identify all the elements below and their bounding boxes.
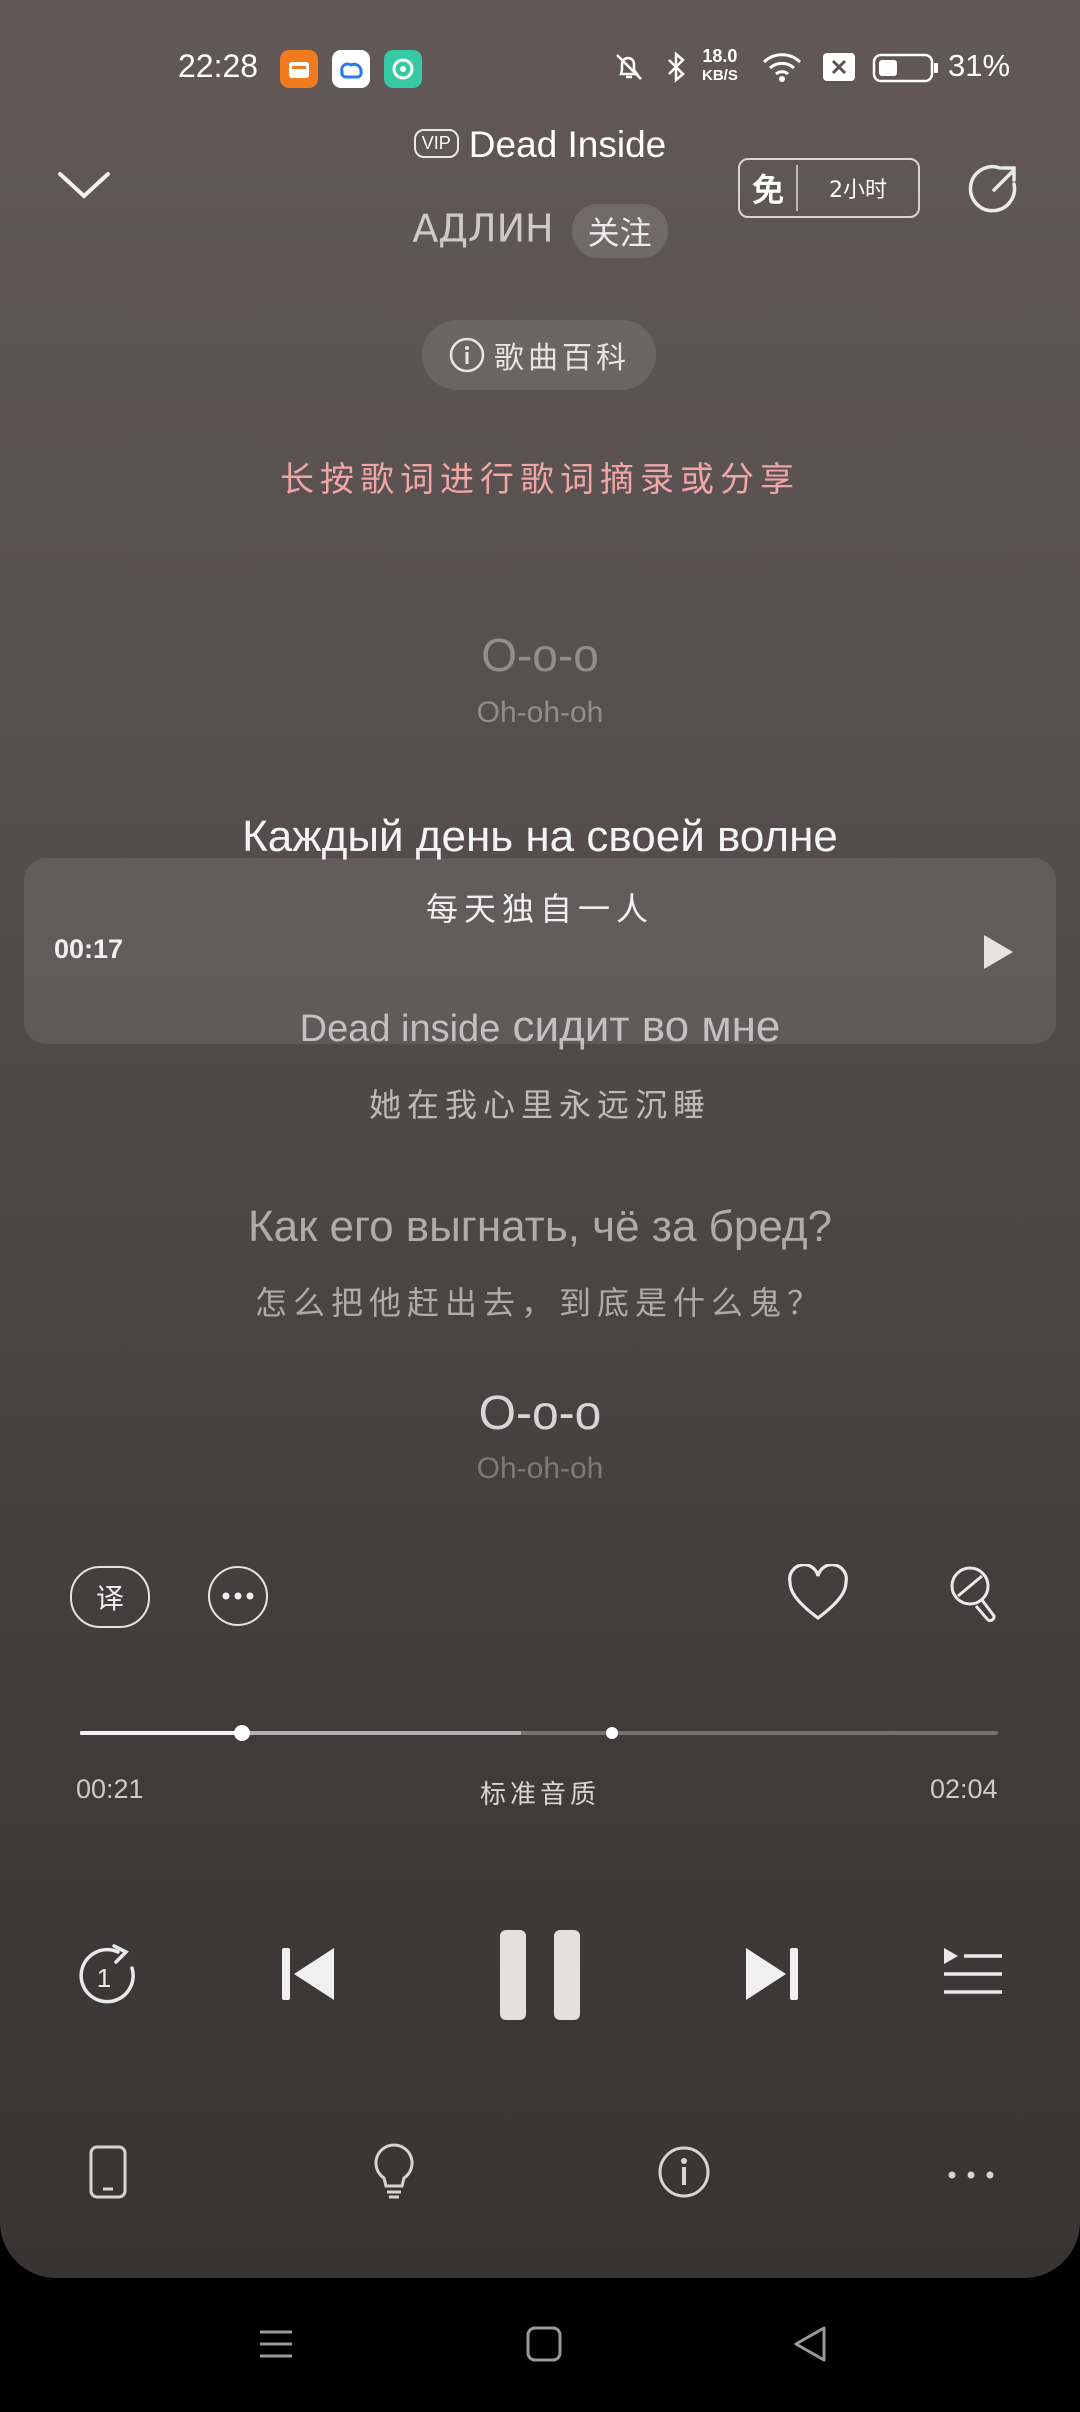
previous-track-icon[interactable] (280, 1944, 338, 2008)
player-screen: 22:28 18.0 KB/S 31% VIP Dead Inside АДЛИН… (0, 0, 1080, 2278)
system-navigation-bar (0, 2278, 1080, 2412)
progress-handle[interactable] (234, 1725, 251, 1741)
next-track-icon[interactable] (742, 1944, 800, 2008)
lightbulb-icon[interactable] (372, 2142, 416, 2204)
audio-quality-button[interactable]: 标准音质 (0, 1774, 1080, 1811)
lyric-translation: Oh-oh-oh (476, 1452, 604, 1485)
cloud-app-icon (332, 50, 370, 88)
lyric-translation: 她在我心里永远沉睡 (368, 1086, 711, 1124)
song-info-icon[interactable] (656, 2144, 712, 2204)
repeat-one-icon[interactable]: 1 (74, 1942, 144, 2012)
pause-icon[interactable] (498, 1928, 582, 2026)
song-wiki-button[interactable]: 歌曲百科 (422, 320, 656, 390)
music-app-icon (384, 50, 422, 88)
back-icon[interactable] (790, 2324, 830, 2368)
status-time: 22:28 (178, 48, 259, 84)
progress-played (80, 1731, 243, 1735)
device-phone-icon[interactable] (88, 2144, 128, 2204)
lyric-translation: 怎么把他赶出去，到底是什么鬼？ (254, 1284, 825, 1322)
song-wiki-label: 歌曲百科 (494, 341, 630, 376)
vip-badge: VIP (413, 128, 459, 158)
total-time: 02:04 (930, 1774, 998, 1804)
lyric-line[interactable]: Как его выгнать, чё за бред? (0, 1202, 1080, 1252)
sing-microphone-icon[interactable] (944, 1564, 1004, 1634)
bluetooth-icon (664, 50, 688, 88)
free-duration: 2小时 (829, 178, 887, 203)
song-title-row: VIP Dead Inside (0, 124, 1080, 166)
lyric-line[interactable]: Dead inside сидит во мне (0, 1002, 1080, 1052)
seek-play-icon[interactable] (980, 932, 1016, 976)
lyric-segment: сидит во мне (500, 1002, 781, 1051)
free-char: 免 (740, 165, 798, 211)
mute-icon (612, 50, 646, 88)
artist-name[interactable]: АДЛИН (412, 207, 553, 251)
repeat-badge-text: 1 (97, 1963, 111, 1993)
follow-button[interactable]: 关注 (571, 204, 668, 258)
home-icon[interactable] (524, 2324, 564, 2368)
song-title: Dead Inside (468, 124, 667, 165)
share-icon[interactable] (964, 158, 1026, 224)
progress-highlight-marker (606, 1727, 619, 1739)
lyric-line[interactable]: О-о-о (0, 628, 1080, 682)
battery-percent: 31% (948, 48, 1011, 83)
seek-preview-time: 00:17 (54, 934, 124, 964)
lyric-hint: 长按歌词进行歌词摘录或分享 (280, 460, 800, 500)
lyric-line[interactable]: О-о-о (0, 1386, 1080, 1441)
battery-icon (872, 52, 940, 88)
more-options-icon[interactable] (208, 1566, 268, 1626)
recent-apps-icon[interactable] (256, 2324, 296, 2368)
lyric-line-current[interactable]: Каждый день на своей волне (0, 812, 1080, 862)
info-icon (449, 337, 485, 373)
heart-icon[interactable] (786, 1563, 850, 1628)
lyric-translation-current: 每天独自一人 (425, 890, 654, 928)
playlist-icon[interactable] (942, 1946, 1004, 2006)
lyric-segment: Dead inside (299, 1008, 501, 1050)
more-menu-icon[interactable] (946, 2166, 996, 2185)
free-listening-badge[interactable]: 免 2小时 (738, 158, 920, 218)
sim-disabled-icon (822, 52, 856, 86)
app-notification-icon (280, 50, 318, 88)
translate-button[interactable]: 译 (70, 1566, 150, 1628)
lyric-translation: Oh-oh-oh (476, 696, 604, 729)
network-speed: 18.0 KB/S (702, 46, 738, 85)
wifi-icon (760, 50, 804, 88)
